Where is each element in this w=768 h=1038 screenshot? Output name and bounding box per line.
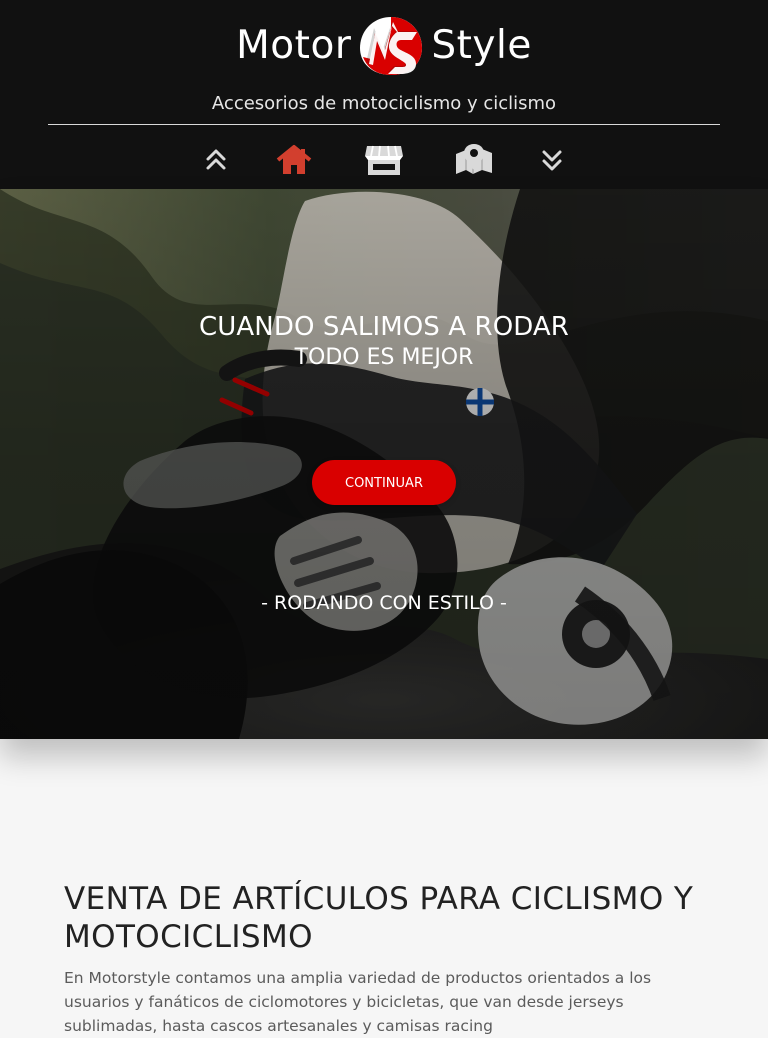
main-content: VENTA DE ARTÍCULOS PARA CICLISMO Y MOTOC… — [64, 880, 704, 1038]
header-tagline: Accesorios de motociclismo y ciclismo — [211, 93, 557, 114]
store-button[interactable] — [360, 136, 408, 184]
section-description: En Motorstyle contamos una amplia varied… — [64, 969, 652, 1035]
header-divider — [48, 124, 720, 125]
top-navigation — [0, 136, 768, 184]
site-header: Motor Style Accesorios de motociclismo y… — [0, 0, 768, 189]
hero-slogan: - RODANDO CON ESTILO - — [261, 592, 507, 614]
logo-text-right: Style — [431, 22, 532, 68]
double-chevron-down-icon — [542, 150, 562, 171]
double-chevron-up-icon — [206, 149, 226, 170]
home-button[interactable] — [270, 136, 318, 184]
hero-title-line-1: CUANDO SALIMOS A RODAR — [199, 312, 569, 342]
ms-logo-icon — [360, 17, 423, 75]
hero-title-line-2: TODO ES MEJOR — [294, 345, 474, 370]
map-pin-icon — [456, 144, 492, 174]
logo-text-left: Motor — [236, 22, 352, 68]
logo[interactable]: Motor Style — [0, 14, 768, 76]
hero-banner: CUANDO SALIMOS A RODAR TODO ES MEJOR CON… — [0, 189, 768, 739]
map-button[interactable] — [450, 136, 498, 184]
store-icon — [365, 145, 403, 175]
continue-button[interactable]: CONTINUAR — [312, 460, 456, 505]
scroll-up-button[interactable] — [197, 136, 235, 184]
section-title: VENTA DE ARTÍCULOS PARA CICLISMO Y MOTOC… — [64, 881, 694, 955]
scroll-down-button[interactable] — [533, 136, 571, 184]
home-icon — [276, 145, 312, 174]
